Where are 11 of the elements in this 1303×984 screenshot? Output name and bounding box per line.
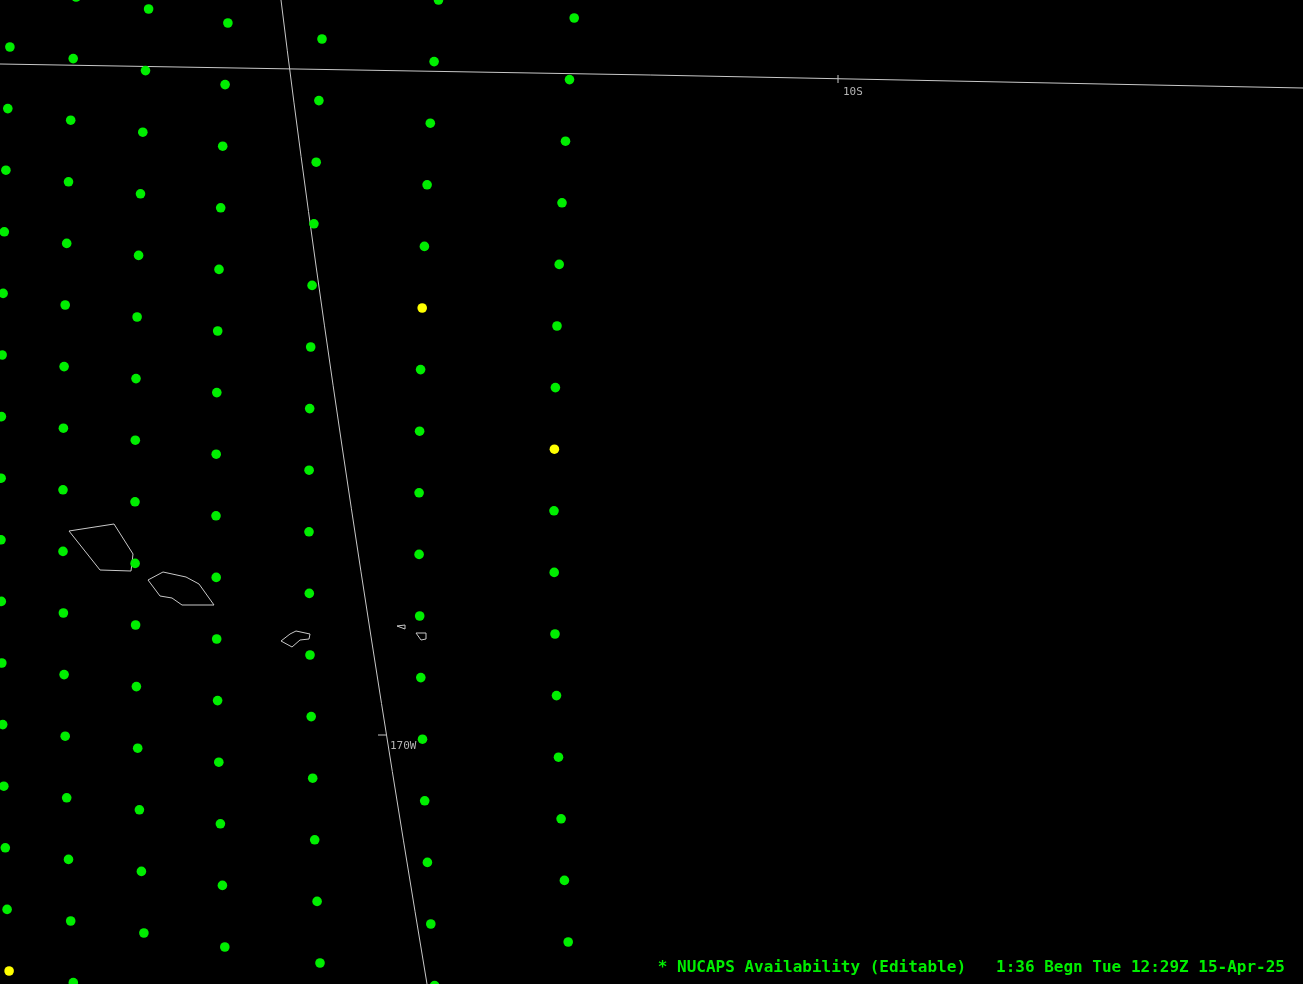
latitude-label: 10S bbox=[843, 85, 863, 98]
island-outline bbox=[415, 632, 427, 641]
island-outline bbox=[280, 630, 311, 648]
island-outline bbox=[147, 571, 215, 606]
frame-time: 1:36 Begn Tue 12:29Z 15-Apr-25 bbox=[996, 957, 1285, 977]
tick-mark bbox=[837, 74, 839, 84]
tick-mark bbox=[377, 734, 387, 736]
island-outline bbox=[68, 523, 134, 572]
product-legend: * NUCAPS Availability (Editable) bbox=[657, 957, 966, 977]
island-outline bbox=[396, 624, 406, 630]
longitude-label: 170W bbox=[390, 739, 417, 752]
